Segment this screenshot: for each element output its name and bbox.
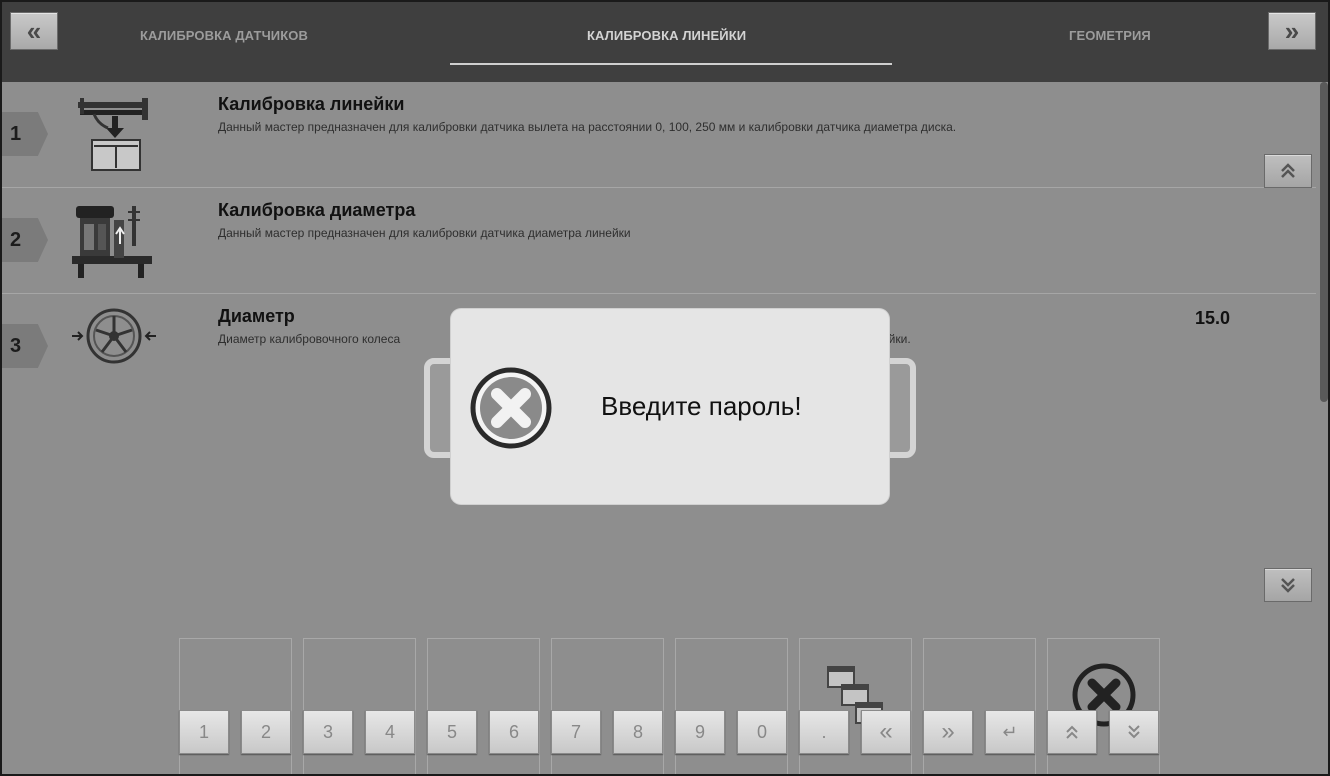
key-up[interactable] — [1047, 710, 1097, 754]
key-1[interactable]: 1 — [179, 710, 229, 754]
wheel-diameter-icon — [72, 308, 156, 364]
prev-page-button[interactable]: « — [10, 12, 58, 50]
item-value: 15.0 — [1194, 308, 1230, 328]
key-2[interactable]: 2 — [241, 710, 291, 754]
scrollbar[interactable] — [1320, 82, 1328, 402]
key-8[interactable]: 8 — [613, 710, 663, 754]
key-dot[interactable]: . — [799, 710, 849, 754]
key-enter[interactable]: ↵ — [985, 710, 1035, 754]
error-x-icon — [470, 367, 552, 449]
keypad-tile — [675, 638, 788, 774]
keypad-tile-windows[interactable] — [799, 638, 912, 774]
key-down[interactable] — [1109, 710, 1159, 754]
dialog-message: Введите пароль! — [601, 391, 802, 421]
item-number: 1 — [2, 112, 48, 156]
tab-ruler-calibration[interactable]: КАЛИБРОВКА ЛИНЕЙКИ — [587, 28, 746, 43]
list-item[interactable]: 2 Калибровка диаметра Данный мастер пред… — [2, 188, 1316, 294]
item-number: 2 — [2, 218, 48, 262]
top-bar: « КАЛИБРОВКА ДАТЧИКОВ КАЛИБРОВКА ЛИНЕЙКИ… — [2, 2, 1328, 82]
tab-geometry[interactable]: ГЕОМЕТРИЯ — [1069, 28, 1151, 43]
key-back[interactable]: « — [861, 710, 911, 754]
keypad-tile-cancel[interactable] — [1047, 638, 1160, 774]
item-title: Калибровка диаметра — [218, 200, 416, 220]
keypad-tile — [303, 638, 416, 774]
double-chevron-up-icon — [1066, 725, 1078, 739]
app-window: « КАЛИБРОВКА ДАТЧИКОВ КАЛИБРОВКА ЛИНЕЙКИ… — [0, 0, 1330, 776]
active-tab-indicator — [450, 63, 892, 65]
scroll-down-button[interactable] — [1264, 568, 1312, 602]
item-description: Диаметр калибровочного колеса — [218, 332, 401, 346]
key-0[interactable]: 0 — [737, 710, 787, 754]
key-6[interactable]: 6 — [489, 710, 539, 754]
key-7[interactable]: 7 — [551, 710, 601, 754]
item-title: Калибровка линейки — [218, 94, 405, 114]
keypad-tile — [427, 638, 540, 774]
double-chevron-up-icon — [1281, 163, 1295, 178]
key-4[interactable]: 4 — [365, 710, 415, 754]
double-chevron-down-icon — [1281, 578, 1295, 593]
tab-sensor-calibration[interactable]: КАЛИБРОВКА ДАТЧИКОВ — [140, 28, 308, 43]
key-9[interactable]: 9 — [675, 710, 725, 754]
keypad-tile — [923, 638, 1036, 774]
keypad-tile — [179, 638, 292, 774]
key-3[interactable]: 3 — [303, 710, 353, 754]
key-forward[interactable]: » — [923, 710, 973, 754]
error-dialog[interactable]: Введите пароль! — [451, 309, 889, 504]
item-description: Данный мастер предназначен для калибровк… — [218, 226, 631, 240]
item-description: Данный мастер предназначен для калибровк… — [218, 120, 957, 134]
ruler-calibration-icon — [78, 98, 148, 171]
key-5[interactable]: 5 — [427, 710, 477, 754]
keypad-tile — [551, 638, 664, 774]
list-item[interactable]: 1 Калибровка линейки Данный мастер предн… — [2, 82, 1316, 188]
item-title: Диаметр — [218, 306, 295, 326]
diameter-calibration-icon — [72, 206, 152, 278]
scroll-up-button[interactable] — [1264, 154, 1312, 188]
item-number: 3 — [2, 324, 48, 368]
next-page-button[interactable]: » — [1268, 12, 1316, 50]
double-chevron-down-icon — [1128, 725, 1140, 739]
